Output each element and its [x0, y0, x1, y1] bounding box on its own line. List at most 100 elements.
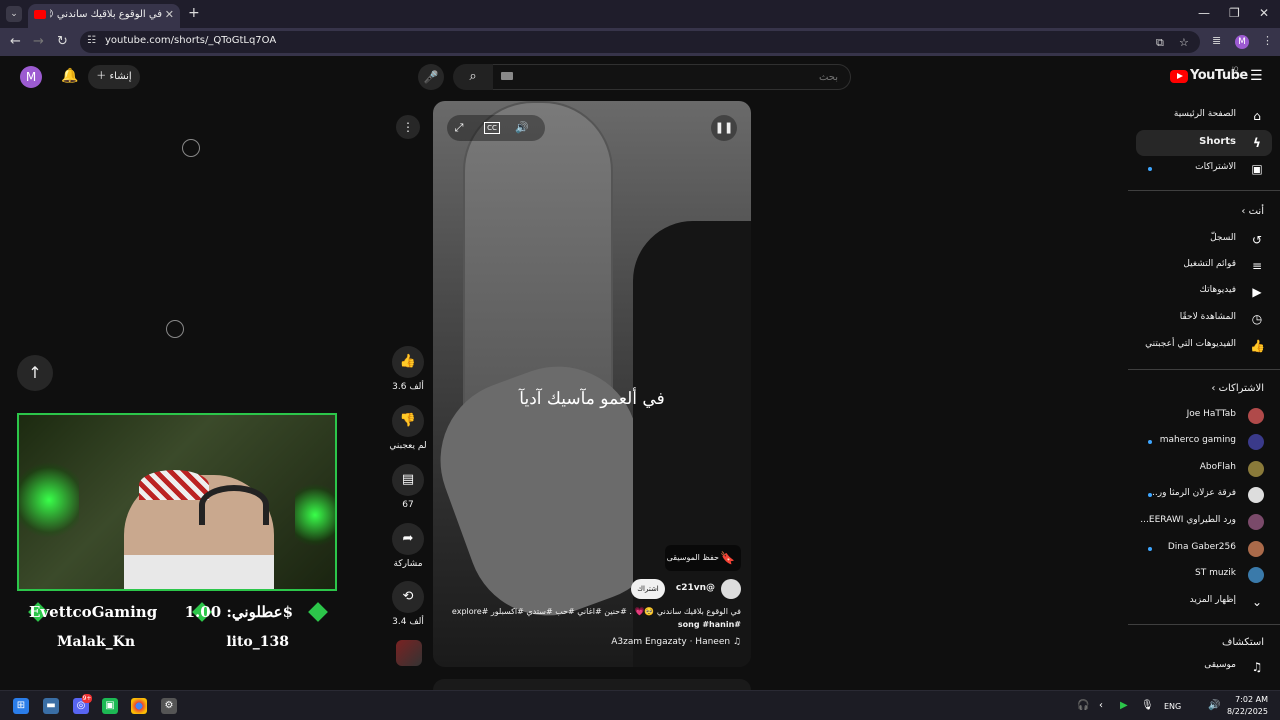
- reload-icon[interactable]: ↻: [57, 34, 68, 49]
- sidebar-item-subscription[interactable]: ورد الطيراوي EERAWI...: [1136, 509, 1272, 535]
- file-explorer-icon[interactable]: ▬: [43, 698, 59, 714]
- shorts-video-player[interactable]: ⤢ CC 🔊 ❚❚ في ألعمو مآسيك آديآ 🔖 حفظ المو…: [433, 101, 751, 667]
- sound-thumbnail[interactable]: [396, 640, 422, 666]
- your-videos-icon: ▶: [1252, 285, 1262, 299]
- minimize-button[interactable]: —: [1198, 6, 1210, 20]
- dislike-button[interactable]: 👎 لم يعجبني: [389, 405, 427, 451]
- loading-spinner: [182, 139, 200, 157]
- install-app-icon[interactable]: ⧉: [1156, 36, 1164, 50]
- system-clock[interactable]: 7:02 AM 8/22/2025: [1227, 694, 1268, 718]
- guide-sidebar: ⌂ الصفحة الرئيسية ϟ Shorts ▣ الاشتراكات …: [1128, 98, 1280, 690]
- browser-tab[interactable]: في الوقوع بلاقيك ساندني 😢 ✕: [28, 4, 180, 28]
- more-options-icon[interactable]: ⋮: [396, 115, 420, 139]
- pause-icon[interactable]: ❚❚: [711, 115, 737, 141]
- maximize-button[interactable]: ❐: [1229, 6, 1240, 20]
- volume-icon[interactable]: 🔊: [510, 117, 534, 139]
- sidebar-item-subscription[interactable]: maherco gaming: [1136, 429, 1272, 455]
- speaker-icon[interactable]: 🔊: [1208, 700, 1220, 711]
- notifications-bell-icon[interactable]: 🔔: [61, 68, 78, 84]
- sidebar-you-header[interactable]: أنت ›: [1241, 206, 1264, 217]
- browser-menu-icon[interactable]: ⋮: [1262, 34, 1273, 47]
- language-indicator[interactable]: ENG: [1164, 702, 1181, 711]
- remix-button[interactable]: ⟲ 3.4 ألف: [392, 581, 424, 627]
- subscriptions-icon: ▣: [1251, 162, 1263, 176]
- captions-icon[interactable]: CC: [484, 122, 500, 134]
- back-arrow-icon[interactable]: ‹: [1099, 700, 1103, 711]
- sidebar-item-watch-later[interactable]: ◷ المشاهدة لاحقًا: [1136, 306, 1272, 332]
- guide-menu-icon[interactable]: ☰: [1250, 68, 1263, 84]
- tab-search-button[interactable]: ⌄: [6, 6, 22, 22]
- tab-close-icon[interactable]: ✕: [165, 8, 174, 21]
- keyboard-icon[interactable]: [501, 72, 513, 80]
- subscribe-button[interactable]: اشتراك: [631, 579, 665, 599]
- overlay-name-bottom-left: Malak_Kn: [57, 634, 136, 650]
- media-controls-icon[interactable]: ≣: [1212, 34, 1221, 47]
- streamer-headwear: [139, 470, 209, 500]
- sidebar-item-subscriptions[interactable]: ▣ الاشتراكات: [1136, 156, 1272, 182]
- browser-profile-avatar[interactable]: M: [1235, 35, 1249, 49]
- sidebar-item-playlists[interactable]: ≡ قوائم التشغيل: [1136, 253, 1272, 279]
- youtube-logo[interactable]: YouTube JO: [1170, 66, 1248, 86]
- bookmark-star-icon[interactable]: ☆: [1179, 36, 1189, 49]
- fullscreen-icon[interactable]: ⤢: [447, 117, 471, 139]
- clock-date: 8/22/2025: [1226, 707, 1268, 716]
- windows-start-icon[interactable]: ⊞: [13, 698, 29, 714]
- create-button[interactable]: ＋ إنشاء: [88, 65, 140, 89]
- voice-search-icon[interactable]: 🎤: [418, 64, 444, 90]
- new-content-dot: [1148, 440, 1152, 444]
- new-tab-button[interactable]: +: [188, 5, 200, 21]
- sidebar-item-subscription[interactable]: Dina Gaber256: [1136, 536, 1272, 562]
- scroll-up-button[interactable]: ↑: [17, 355, 53, 391]
- play-icon[interactable]: ▶: [1120, 700, 1128, 711]
- sidebar-item-music[interactable]: ♫ موسيقى: [1136, 654, 1272, 680]
- forward-icon[interactable]: →: [33, 34, 44, 49]
- mic-tray-icon[interactable]: 🎙: [1141, 700, 1154, 711]
- comments-button[interactable]: ▤ 67: [392, 464, 424, 510]
- back-icon[interactable]: ←: [10, 34, 21, 49]
- sidebar-explore-header: استكشاف: [1221, 637, 1264, 648]
- sidebar-divider: [1128, 624, 1280, 625]
- sidebar-show-more[interactable]: ⌄ إظهار المزيد: [1136, 589, 1272, 615]
- like-button[interactable]: 👍 3.6 ألف: [392, 346, 424, 392]
- video-description[interactable]: في الوقوع بلاقيك ساندني 🥺💗 . #حنين #اغان…: [451, 605, 741, 631]
- sidebar-item-history[interactable]: ↺ السجلّ: [1136, 227, 1272, 253]
- next-short-preview[interactable]: [433, 679, 751, 690]
- search-icon: ⌕: [469, 69, 477, 84]
- sidebar-item-subscription[interactable]: ST muzik: [1136, 562, 1272, 588]
- save-music-button[interactable]: 🔖 حفظ الموسيقى: [665, 545, 741, 571]
- url-text: youtube.com/shorts/_QToGtLq7OA: [105, 35, 277, 46]
- sidebar-item-home[interactable]: ⌂ الصفحة الرئيسية: [1136, 103, 1272, 129]
- music-attribution[interactable]: A3zam Engazaty · Haneen ♫: [611, 637, 741, 647]
- sidebar-item-label: ورد الطيراوي EERAWI...: [1140, 515, 1236, 525]
- sidebar-subscriptions-header[interactable]: الاشتراكات ›: [1211, 383, 1264, 394]
- like-count: 3.6 ألف: [392, 382, 424, 392]
- headphones-icon[interactable]: 🎧: [1077, 700, 1089, 711]
- address-bar[interactable]: ☷ youtube.com/shorts/_QToGtLq7OA ⧉ ☆: [80, 31, 1200, 53]
- clock-time: 7:02 AM: [1235, 695, 1268, 704]
- sidebar-item-subscription[interactable]: فرقة عزلان الرمثا ور...: [1136, 482, 1272, 508]
- sidebar-item-subscription[interactable]: Joe HaTTab: [1136, 403, 1272, 429]
- window-close-button[interactable]: ✕: [1259, 6, 1269, 20]
- settings-gear-icon[interactable]: ⚙: [161, 698, 177, 714]
- sidebar-item-label: maherco gaming: [1159, 435, 1236, 445]
- discord-badge: 9+: [82, 694, 92, 703]
- channel-handle[interactable]: @c21vn: [676, 583, 715, 593]
- chrome-icon[interactable]: [131, 698, 147, 714]
- share-button[interactable]: ➦ مشاركة: [392, 523, 424, 569]
- sidebar-item-label: الفيديوهات التي أعجبتني: [1145, 339, 1236, 349]
- sidebar-item-shorts[interactable]: ϟ Shorts: [1136, 130, 1272, 156]
- liked-videos-icon: 👍: [1250, 339, 1265, 353]
- sidebar-item-label: فرقة عزلان الرمثا ور...: [1149, 488, 1236, 498]
- search-button[interactable]: ⌕: [453, 64, 493, 90]
- sidebar-item-liked-videos[interactable]: 👍 الفيديوهات التي أعجبتني: [1136, 333, 1272, 359]
- sidebar-item-your-videos[interactable]: ▶ فيديوهاتك: [1136, 279, 1272, 305]
- save-music-label: حفظ الموسيقى: [666, 553, 719, 562]
- channel-avatar[interactable]: [721, 579, 741, 599]
- sidebar-item-subscription[interactable]: AboFlah: [1136, 456, 1272, 482]
- account-avatar[interactable]: M: [20, 66, 42, 88]
- site-info-icon[interactable]: ☷: [87, 35, 96, 46]
- channel-avatar: [1248, 408, 1264, 424]
- app-icon[interactable]: ▣: [102, 698, 118, 714]
- search-input[interactable]: [493, 64, 851, 90]
- chevron-down-icon: ⌄: [1251, 595, 1263, 609]
